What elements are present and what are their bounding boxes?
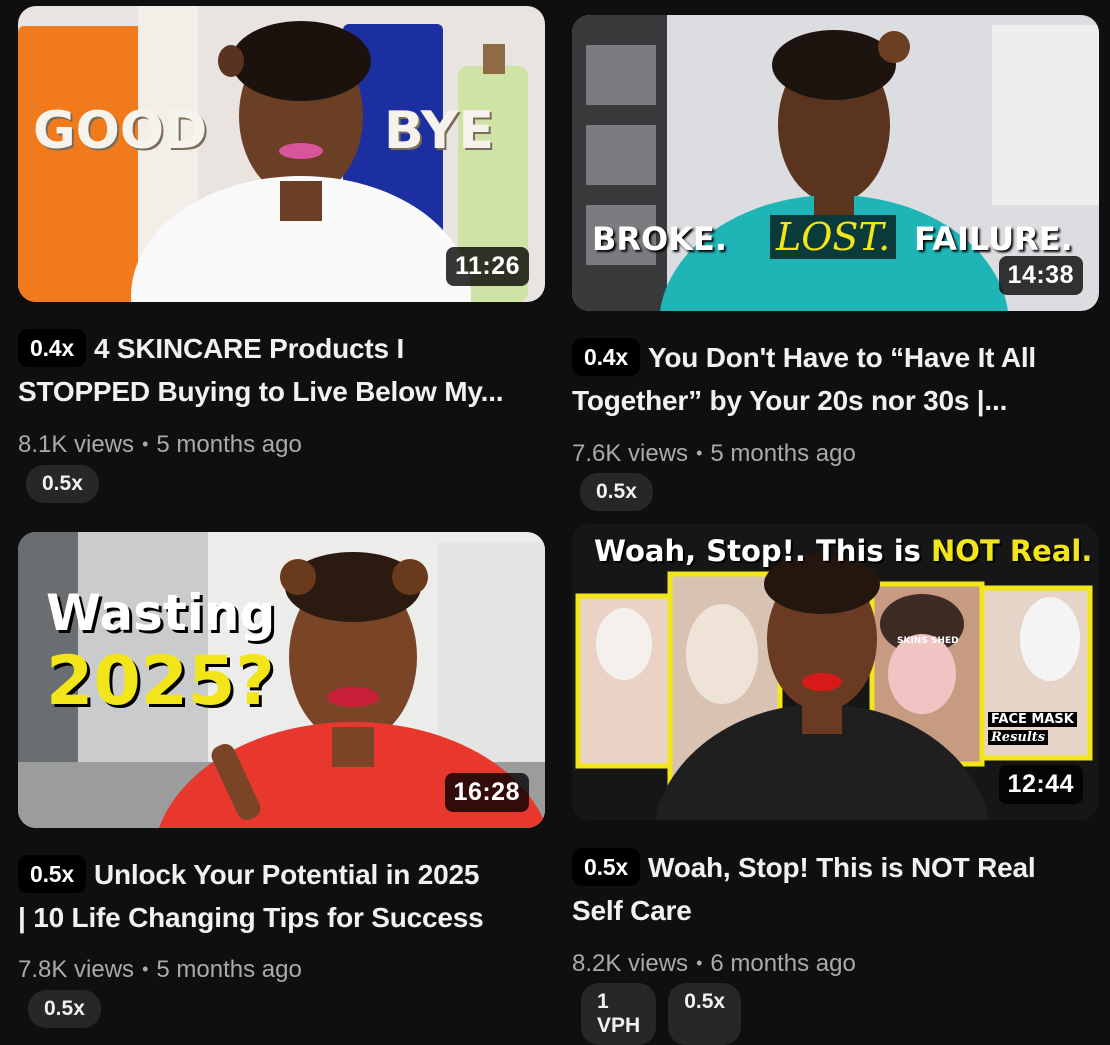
video-duration: 14:38 xyxy=(998,256,1083,295)
speed-badge: 0.4x xyxy=(18,329,86,367)
thumbnail-text-wasting: Wasting xyxy=(46,584,276,642)
video-metadata: 8.1K views • 5 months ago xyxy=(18,431,302,459)
speed-badge: 0.4x xyxy=(572,338,640,376)
speed-chip[interactable]: 0.5x xyxy=(580,473,653,511)
video-thumbnail[interactable]: Woah, Stop!. This is NOT Real. SKINS SHE… xyxy=(572,524,1099,820)
thumbnail-text-good: GOOD xyxy=(33,101,208,161)
upload-age: 6 months ago xyxy=(710,950,856,977)
speed-badge: 0.5x xyxy=(18,855,86,893)
upload-age: 5 months ago xyxy=(156,431,302,458)
thumbnail-headline-yellow: NOT Real. xyxy=(931,534,1093,568)
video-thumbnail[interactable]: BROKE. LOST. FAILURE. 14:38 xyxy=(572,15,1099,311)
video-title[interactable]: 0.4x 4 SKINCARE Products I STOPPED Buying… xyxy=(18,327,528,413)
video-title-line-1: Woah, Stop! This is NOT Real xyxy=(647,852,1036,883)
upload-age: 5 months ago xyxy=(710,440,856,467)
video-duration: 11:26 xyxy=(445,247,529,286)
thumbnail-label-face-mask: FACE MASK xyxy=(988,712,1077,727)
video-title-line-2: Together” by Your 20s nor 30s |... xyxy=(572,385,1008,416)
view-count: 8.2K views xyxy=(572,950,689,977)
upload-age: 5 months ago xyxy=(156,956,302,983)
thumbnail-label-skins-shed: SKINS SHED xyxy=(897,636,959,646)
thumbnail-text-lost: LOST. xyxy=(770,215,897,259)
vph-chip[interactable]: 1 VPH xyxy=(581,983,657,1045)
meta-separator: • xyxy=(142,434,149,454)
chip-row: 0.5x xyxy=(580,473,653,511)
video-metadata: 7.8K views • 5 months ago xyxy=(18,956,302,984)
video-title-line-1: 4 SKINCARE Products I xyxy=(93,333,405,364)
speed-chip[interactable]: 0.5x xyxy=(26,465,99,503)
video-title-line-2: STOPPED Buying to Live Below My... xyxy=(18,376,504,407)
thumbnail-headline: Woah, Stop!. This is NOT Real. xyxy=(594,534,1092,568)
thumbnail-text-lost-label: LOST. xyxy=(776,215,891,259)
speed-chip[interactable]: 0.5x xyxy=(28,990,101,1028)
video-metadata: 8.2K views • 6 months ago xyxy=(572,950,856,978)
meta-separator: • xyxy=(696,443,703,463)
video-thumbnail[interactable]: GOOD BYE 11:26 xyxy=(18,6,545,302)
video-title-line-2: Self Care xyxy=(572,895,692,926)
speed-chip[interactable]: 0.5x xyxy=(668,983,742,1045)
thumbnail-text-bye: BYE xyxy=(384,101,494,161)
thumbnail-text-failure: FAILURE. xyxy=(914,220,1073,258)
chip-row: 1 VPH 0.5x xyxy=(581,983,742,1045)
view-count: 8.1K views xyxy=(18,431,135,458)
video-title-line-1: Unlock Your Potential in 2025 xyxy=(93,859,480,890)
video-title[interactable]: 0.5x Woah, Stop! This is NOT Real Self Ca… xyxy=(572,846,1092,932)
video-title[interactable]: 0.4x You Don't Have to “Have It All Toget… xyxy=(572,336,1092,422)
speed-badge: 0.5x xyxy=(572,848,640,886)
thumbnail-text-broke: BROKE. xyxy=(592,220,728,258)
chip-row: 0.5x xyxy=(28,990,101,1028)
view-count: 7.8K views xyxy=(18,956,135,983)
thumbnail-text-2025: 2025? xyxy=(46,642,275,721)
video-title-line-1: You Don't Have to “Have It All xyxy=(647,342,1037,373)
view-count: 7.6K views xyxy=(572,440,689,467)
video-title[interactable]: 0.5x Unlock Your Potential in 2025 | 10 L… xyxy=(18,853,538,939)
video-duration: 16:28 xyxy=(444,773,529,812)
thumbnail-headline-white: Woah, Stop!. This is xyxy=(594,534,921,568)
meta-separator: • xyxy=(696,953,703,973)
video-duration: 12:44 xyxy=(998,765,1083,804)
thumbnail-label-results: Results xyxy=(988,730,1049,745)
meta-separator: • xyxy=(142,959,149,979)
chip-row: 0.5x xyxy=(26,465,99,503)
video-metadata: 7.6K views • 5 months ago xyxy=(572,440,856,468)
video-title-line-2: | 10 Life Changing Tips for Success xyxy=(18,902,484,933)
video-thumbnail[interactable]: Wasting 2025? 16:28 xyxy=(18,532,545,828)
